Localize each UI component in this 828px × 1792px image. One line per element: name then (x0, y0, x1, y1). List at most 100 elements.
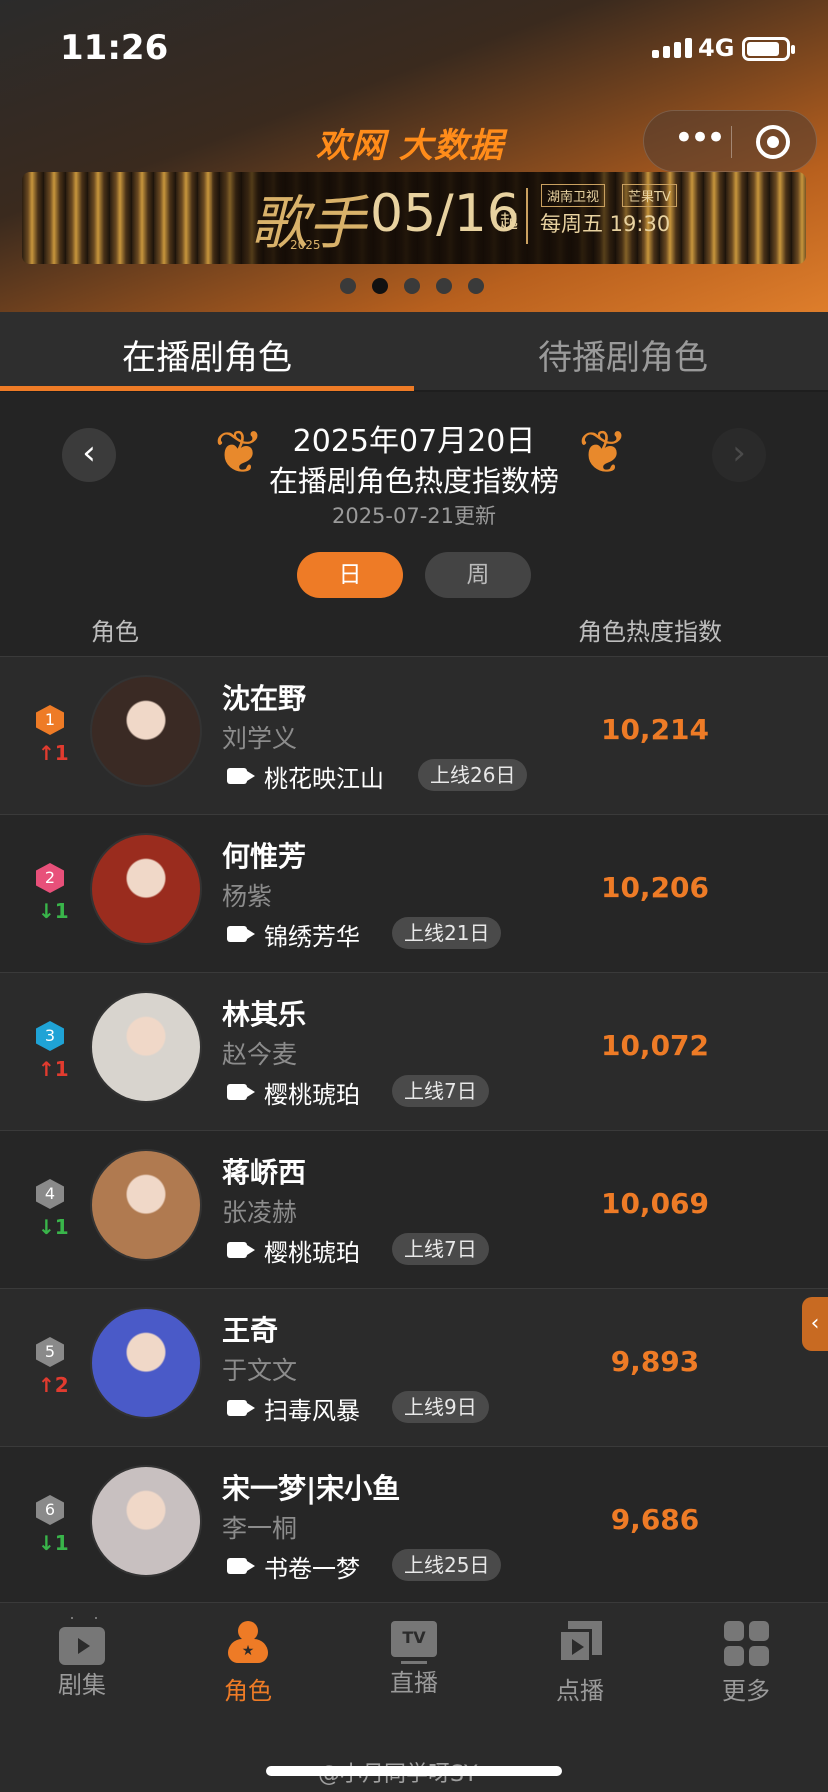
avatar (90, 1149, 202, 1261)
capsule-divider (731, 126, 732, 158)
network-type: 4G (698, 34, 735, 62)
rank-badge: 5 (36, 1337, 64, 1367)
more-dots-icon[interactable]: ••• (668, 121, 728, 155)
nav-item-live[interactable]: TV 直播 (354, 1621, 474, 1698)
role-name: 蒋峤西 (222, 1156, 307, 1189)
nav-item-more[interactable]: 更多 (686, 1621, 806, 1706)
nav-item-series[interactable]: 剧集 (22, 1621, 142, 1700)
table-row[interactable]: 6 ↓1 宋一梦|宋小鱼 李一桐 书卷一梦 上线25日 9,686 (0, 1446, 828, 1604)
rank-badge: 2 (36, 863, 64, 893)
rank-badge: 1 (36, 705, 64, 735)
heat-index: 10,072 (600, 1029, 710, 1062)
ranking-updated: 2025-07-21更新 (331, 504, 497, 528)
nav-label: 角色 (224, 1677, 272, 1705)
actor-name: 杨紫 (222, 882, 273, 911)
drama-title: 扫毒风暴 (264, 1397, 360, 1425)
rank-badge: 3 (36, 1021, 64, 1051)
days-online-badge: 上线7日 (392, 1233, 489, 1265)
nav-item-roles[interactable]: ★ 角色 (188, 1621, 308, 1706)
days-online-badge: 上线9日 (392, 1391, 489, 1423)
banner-divider (526, 188, 528, 244)
banner-channel-2: 芒果TV (622, 184, 677, 207)
chevron-left-icon: ‹ (810, 1311, 820, 1336)
drama-title: 樱桃琥珀 (264, 1239, 360, 1267)
ranking-date: 2025年07月20日 (292, 424, 536, 459)
category-tabs: 在播剧角色 待播剧角色 (0, 312, 828, 391)
nav-label: 直播 (390, 1669, 438, 1697)
video-camera-icon (227, 1242, 255, 1258)
battery-icon (742, 37, 795, 61)
nav-label: 更多 (722, 1677, 770, 1705)
video-camera-icon (227, 1084, 255, 1100)
heat-index: 10,214 (600, 713, 710, 746)
tab-upcoming-roles[interactable]: 待播剧角色 (538, 330, 708, 379)
avatar (90, 1307, 202, 1419)
role-name: 王奇 (222, 1314, 279, 1347)
period-day-button[interactable]: 日 (297, 552, 403, 598)
carousel-dots (340, 278, 484, 294)
signal-icon (652, 38, 692, 58)
grid-icon (723, 1621, 769, 1666)
carousel-dot[interactable] (468, 278, 484, 294)
banner-date-suffix: 起 (500, 212, 518, 233)
table-row[interactable]: 2 ↓1 何惟芳 杨紫 锦绣芳华 上线21日 10,206 (0, 814, 828, 972)
actor-name: 张凌赫 (222, 1198, 298, 1227)
rank-change: ↓1 (38, 1531, 69, 1555)
watermark: @小月同学呀SY (318, 1762, 478, 1787)
heat-index: 10,206 (600, 871, 710, 904)
app-logo: 欢网 大数据 (316, 126, 504, 166)
ranking-title: 在播剧角色热度指数榜 (268, 464, 559, 498)
avatar (90, 991, 202, 1103)
drama-title: 锦绣芳华 (264, 923, 360, 951)
carousel-dot[interactable] (436, 278, 452, 294)
nav-item-vod[interactable]: 点播 (520, 1621, 640, 1706)
video-camera-icon (227, 768, 255, 784)
avatar (90, 675, 202, 787)
banner-date: 05/16 (370, 184, 520, 244)
table-row[interactable]: 5 ↑2 王奇 于文文 扫毒风暴 上线9日 9,893 (0, 1288, 828, 1446)
drama-title: 书卷一梦 (264, 1555, 360, 1583)
carousel-dot-active[interactable] (372, 278, 388, 294)
rank-badge: 6 (36, 1495, 64, 1525)
table-row[interactable]: 1 ↑1 沈在野 刘学义 桃花映江山 上线26日 10,214 (0, 656, 828, 814)
banner-year: 2025 (290, 238, 321, 252)
status-bar: 11:26 4G (0, 0, 828, 100)
role-name: 林其乐 (222, 998, 307, 1031)
column-header-index: 角色热度指数 (578, 618, 722, 646)
period-week-button[interactable]: 周 (425, 552, 531, 598)
live-tv-icon: TV (391, 1621, 437, 1664)
banner-airtime: 每周五 19:30 (540, 212, 671, 236)
side-collapse-tab[interactable]: ‹ (802, 1297, 828, 1351)
rank-badge: 4 (36, 1179, 64, 1209)
video-camera-icon (227, 1558, 255, 1574)
promo-banner[interactable]: 歌手 2025 05/16 起 湖南卫视 芒果TV 每周五 19:30 (22, 172, 806, 264)
table-row[interactable]: 4 ↓1 蒋峤西 张凌赫 樱桃琥珀 上线7日 10,069 (0, 1130, 828, 1288)
role-name: 宋一梦|宋小鱼 (222, 1472, 401, 1505)
rank-change: ↑1 (38, 1057, 69, 1081)
table-row[interactable]: 3 ↑1 林其乐 赵今麦 樱桃琥珀 上线7日 10,072 (0, 972, 828, 1130)
carousel-dot[interactable] (404, 278, 420, 294)
rank-change: ↑2 (38, 1373, 69, 1397)
tab-airing-roles[interactable]: 在播剧角色 (122, 330, 292, 379)
role-icon: ★ (228, 1621, 268, 1665)
carousel-dot[interactable] (340, 278, 356, 294)
drama-title: 桃花映江山 (264, 765, 384, 793)
actor-name: 赵今麦 (222, 1040, 298, 1069)
heat-index: 10,069 (600, 1187, 710, 1220)
rank-change: ↓1 (38, 1215, 69, 1239)
vod-icon (558, 1621, 602, 1665)
close-target-icon[interactable] (756, 125, 790, 159)
days-online-badge: 上线26日 (418, 759, 528, 791)
role-name: 沈在野 (222, 682, 307, 715)
days-online-badge: 上线25日 (392, 1549, 502, 1581)
video-camera-icon (227, 1400, 255, 1416)
banner-channel-1: 湖南卫视 (541, 184, 606, 207)
avatar (90, 833, 202, 945)
days-online-badge: 上线21日 (392, 917, 502, 949)
nav-label: 点播 (556, 1677, 604, 1705)
tv-icon (59, 1627, 105, 1665)
drama-title: 樱桃琥珀 (264, 1081, 360, 1109)
heat-index: 9,893 (610, 1345, 700, 1378)
actor-name: 于文文 (222, 1356, 298, 1385)
status-time: 11:26 (60, 28, 169, 68)
